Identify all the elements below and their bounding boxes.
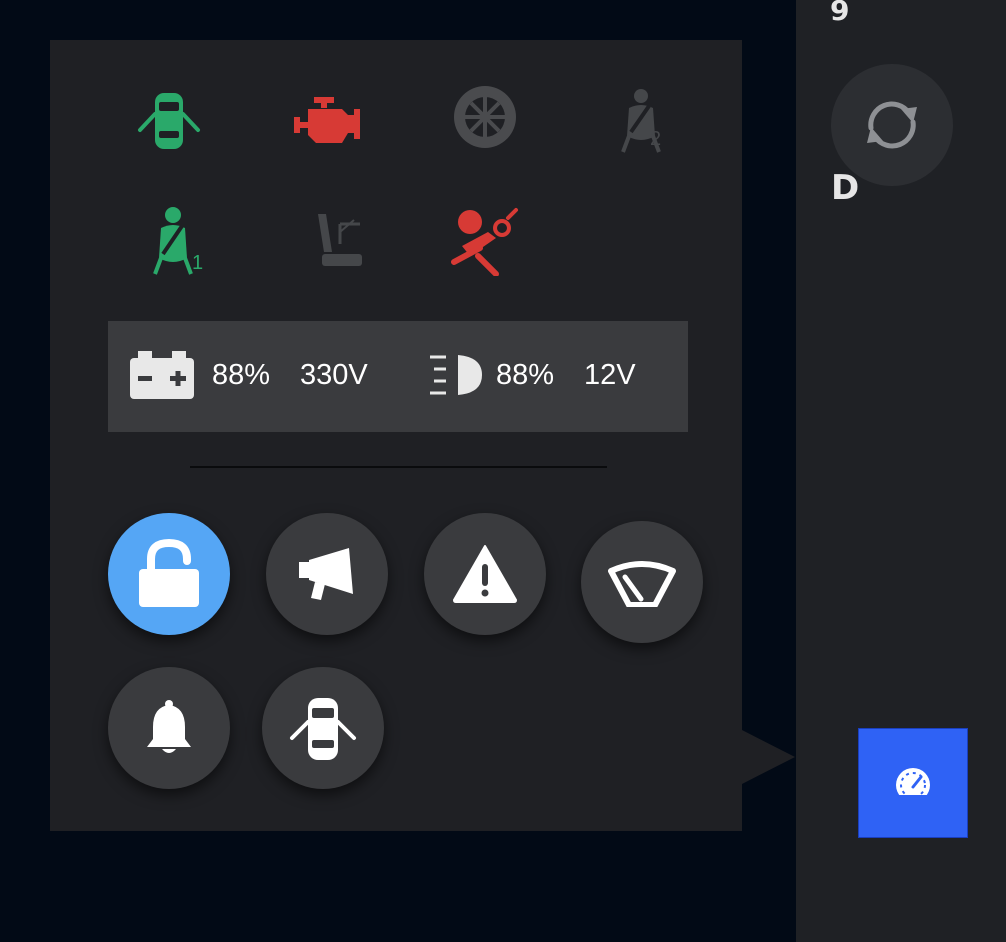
engine-warning-icon <box>282 76 372 166</box>
gear-label-drive: D <box>831 168 860 208</box>
seatbelt-2-badge: 2 <box>650 128 662 150</box>
warning-triangle-icon <box>453 545 517 603</box>
doors-button[interactable] <box>262 667 384 789</box>
unlock-button[interactable] <box>108 513 230 635</box>
power-status-bar: 88% 330V 88% 12V <box>108 321 688 432</box>
low-voltage-voltage: 12V <box>584 359 636 391</box>
megaphone-icon <box>299 548 353 600</box>
hazard-button[interactable] <box>424 513 546 635</box>
battery-percent: 88% <box>212 359 271 391</box>
door-open-icon <box>124 76 214 166</box>
bell-icon <box>147 700 191 753</box>
headlight-icon <box>430 355 482 395</box>
seatbelt-1-badge: 1 <box>192 252 204 274</box>
low-voltage-percent: 88% <box>496 359 555 391</box>
car-doors-icon <box>290 698 356 760</box>
popover-arrow <box>742 730 795 784</box>
seat-recline-icon <box>288 196 378 286</box>
section-divider <box>190 466 607 468</box>
horn-button[interactable] <box>266 513 388 635</box>
seatbelt-1-icon: 1 <box>128 196 218 286</box>
alarm-button[interactable] <box>108 667 230 789</box>
unlock-icon <box>139 539 199 607</box>
gear-label-top: 9 <box>830 0 850 27</box>
dashboard-button[interactable] <box>858 728 968 838</box>
wiper-icon <box>608 561 676 607</box>
seatbelt-2-icon: 2 <box>596 76 686 166</box>
sync-icon <box>867 101 917 149</box>
speedometer-icon <box>896 768 930 801</box>
battery-voltage: 330V <box>300 359 368 391</box>
tire-pressure-icon <box>440 72 530 162</box>
wiper-button[interactable] <box>581 521 703 643</box>
battery-icon <box>130 351 194 399</box>
airbag-icon <box>440 196 530 286</box>
